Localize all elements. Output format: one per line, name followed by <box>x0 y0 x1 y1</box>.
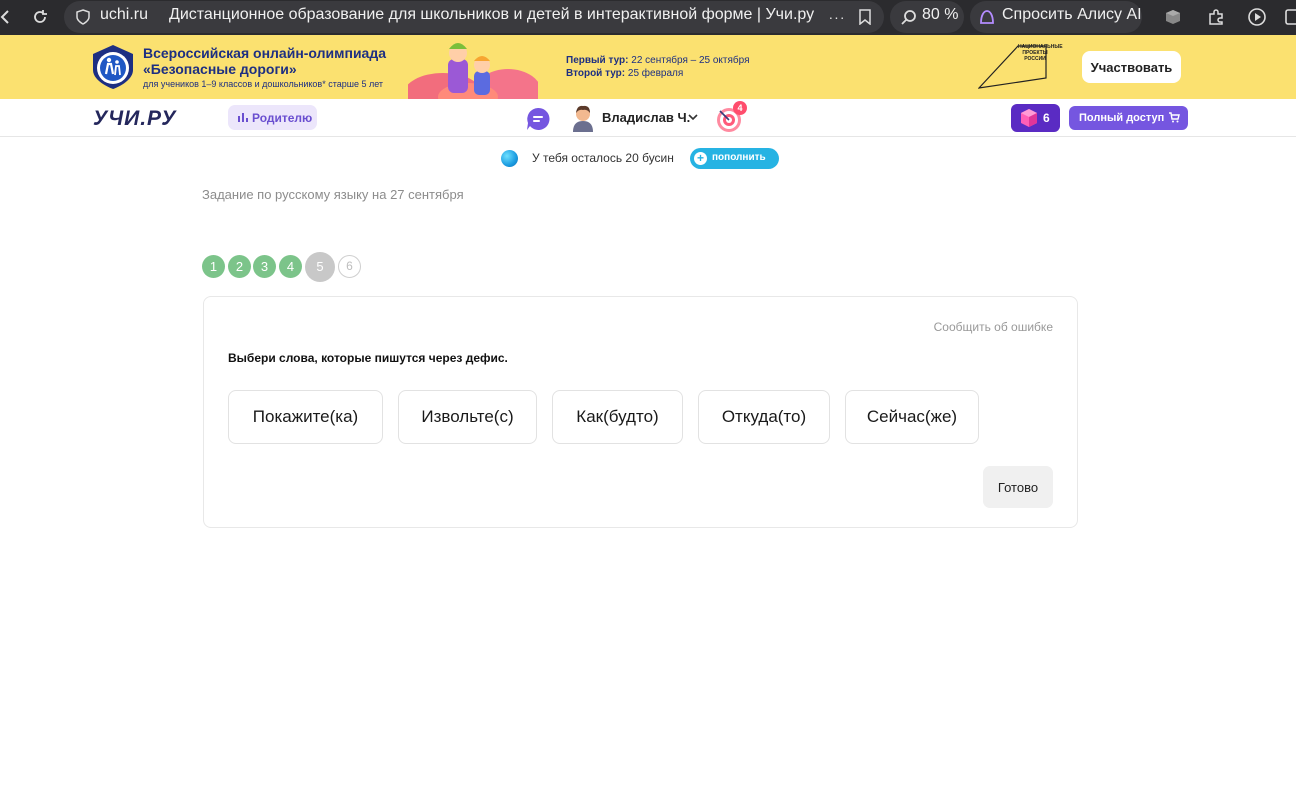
gem-cube-icon <box>1021 109 1037 127</box>
address-bar[interactable]: uchi.ru Дистанционное образование для шк… <box>64 1 884 33</box>
word-option[interactable]: Как(будто) <box>552 390 683 444</box>
word-option[interactable]: Откуда(то) <box>698 390 830 444</box>
chevron-down-icon[interactable] <box>688 112 698 122</box>
chat-icon[interactable] <box>526 107 550 131</box>
promo-title-line1: Всероссийская онлайн-олимпиада <box>143 45 387 61</box>
word-option[interactable]: Извольте(с) <box>398 390 537 444</box>
bar-chart-icon <box>238 111 248 125</box>
extension-cube-icon[interactable] <box>1160 4 1186 30</box>
parent-button-label: Родителю <box>252 111 313 125</box>
gems-button[interactable]: 6 <box>1011 104 1060 132</box>
step-3[interactable]: 3 <box>253 255 276 278</box>
promo-title-line2: «Безопасные дороги» <box>143 61 297 77</box>
uchi-logo[interactable]: УЧИ.РУ <box>93 107 176 131</box>
full-access-label: Полный доступ <box>1079 112 1165 124</box>
zoom-icon <box>896 4 922 30</box>
word-option[interactable]: Покажите(ка) <box>228 390 383 444</box>
topup-button[interactable]: + пополнить <box>690 148 779 169</box>
task-heading: Задание по русскому языку на 27 сентября <box>202 187 464 202</box>
task-card: Сообщить об ошибке Выбери слова, которые… <box>203 296 1078 528</box>
step-5-current[interactable]: 5 <box>305 252 335 282</box>
zoom-control[interactable]: 80 % <box>890 1 964 33</box>
zoom-level: 80 % <box>922 6 959 23</box>
full-access-button[interactable]: Полный доступ <box>1069 106 1188 130</box>
word-option[interactable]: Сейчас(же) <box>845 390 979 444</box>
back-icon[interactable] <box>0 4 18 30</box>
promo-kids-illustration <box>408 43 538 99</box>
step-6[interactable]: 6 <box>338 255 361 278</box>
step-4[interactable]: 4 <box>279 255 302 278</box>
address-domain: uchi.ru <box>100 6 149 23</box>
olympiad-promo-banner[interactable]: Всероссийская онлайн-олимпиада «Безопасн… <box>0 35 1296 99</box>
step-2[interactable]: 2 <box>228 255 251 278</box>
browser-toolbar: uchi.ru Дистанционное образование для шк… <box>0 0 1296 35</box>
promo-subtitle: для учеников 1–9 классов и дошкольников*… <box>143 79 384 89</box>
plus-icon: + <box>694 152 707 165</box>
alice-icon <box>974 4 1000 30</box>
sidebar-icon[interactable] <box>1280 4 1296 30</box>
avatar[interactable] <box>571 104 595 132</box>
media-play-icon[interactable] <box>1244 4 1270 30</box>
alice-label: Спросить Алису AI <box>1002 6 1142 23</box>
bead-icon <box>501 150 518 167</box>
participate-button[interactable]: Участвовать <box>1082 51 1181 83</box>
beads-remaining: У тебя осталось 20 бусин <box>532 151 674 165</box>
done-button[interactable]: Готово <box>983 466 1053 508</box>
promo-round2: Второй тур: 25 февраля <box>566 68 684 79</box>
cart-icon <box>1169 112 1180 126</box>
topup-label: пополнить <box>712 152 766 163</box>
site-shield-icon[interactable] <box>70 4 96 30</box>
site-header: УЧИ.РУ Родителю Владислав Ч. 4 6 Полный … <box>0 99 1296 137</box>
question-text: Выбери слова, которые пишутся через дефи… <box>228 351 508 365</box>
more-icon[interactable]: ··· <box>824 4 850 30</box>
safe-roads-badge-icon <box>93 45 133 89</box>
parent-button[interactable]: Родителю <box>228 105 317 130</box>
user-name[interactable]: Владислав Ч. <box>602 110 690 125</box>
bookmark-icon[interactable] <box>852 4 878 30</box>
extensions-puzzle-icon[interactable] <box>1203 4 1229 30</box>
reload-icon[interactable] <box>27 4 53 30</box>
gems-count: 6 <box>1043 111 1050 125</box>
notification-badge: 4 <box>733 101 747 115</box>
report-error-link[interactable]: Сообщить об ошибке <box>934 320 1053 334</box>
alice-button[interactable]: Спросить Алису AI <box>970 1 1142 33</box>
promo-round1: Первый тур: 22 сентября – 25 октября <box>566 55 750 66</box>
step-1[interactable]: 1 <box>202 255 225 278</box>
page-title: Дистанционное образование для школьников… <box>169 6 815 23</box>
national-projects-logo-text: НАЦИОНАЛЬНЫЕ ПРОЕКТЫ РОССИИ <box>1018 44 1063 62</box>
